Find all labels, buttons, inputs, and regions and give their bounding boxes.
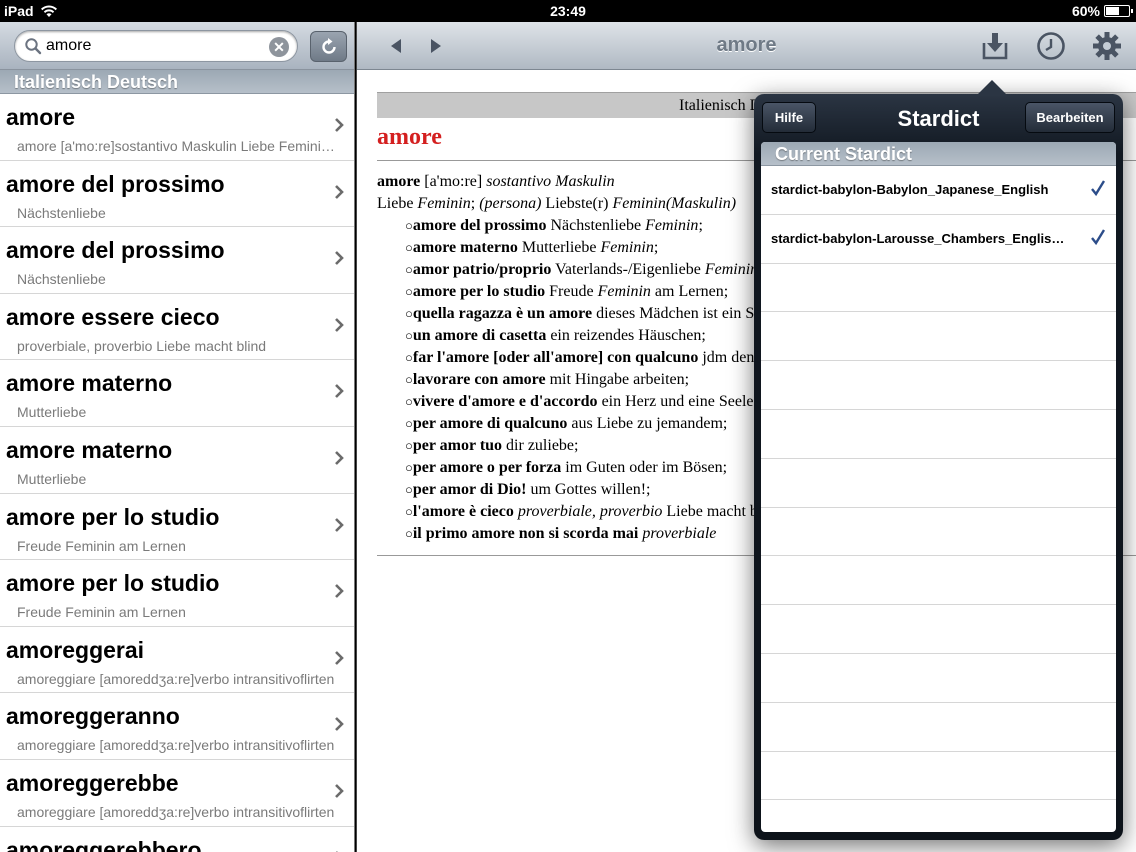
detail-title: amore	[716, 34, 777, 56]
chevron-right-icon	[335, 584, 344, 599]
list-item-title: amore del prossimo	[6, 237, 225, 264]
stardict-empty-row	[761, 410, 1116, 459]
list-item-subtitle: Nächstenliebe	[17, 204, 106, 221]
list-item[interactable]: amore materno Mutterliebe	[0, 360, 355, 427]
list-item[interactable]: amoreggerebbe amoreggiare [amoreddʒa:re]v…	[0, 759, 355, 827]
list-item-title: amore materno	[6, 436, 173, 463]
stardict-empty-row	[761, 703, 1116, 752]
stardict-empty-row	[761, 508, 1116, 557]
battery-percent: 60%	[1071, 3, 1100, 19]
list-item-title: amore per lo studio	[6, 503, 220, 530]
list-item-subtitle: amoreggiare [amoreddʒa:re]verbo intransi…	[17, 803, 335, 820]
clear-x-icon[interactable]: ✕	[269, 37, 289, 57]
stardict-popover: Hilfe Stardict Bearbeiten Current Stardi…	[754, 80, 1123, 840]
battery-icon	[1104, 5, 1133, 17]
chevron-right-icon	[335, 118, 344, 132]
list-item[interactable]: amore del prossimo Nächstenliebe	[0, 227, 355, 294]
stardict-item-label: stardict-babylon-Larousse_Chambers_Engli…	[771, 230, 1071, 246]
results-panel: ✕ Italienisch Deutsch amore amore [a'mo:r…	[0, 22, 355, 852]
stardict-list: Current Stardict stardict-babylon-Babylo…	[761, 142, 1116, 832]
status-bar: iPad 23:49 60%	[0, 0, 1136, 22]
stardict-empty-row	[761, 556, 1116, 606]
checkmark-icon	[1091, 229, 1106, 245]
list-item-subtitle: proverbiale, proverbio Liebe macht blind	[17, 337, 267, 354]
list-item-subtitle: Mutterliebe	[17, 404, 87, 421]
refresh-button[interactable]	[310, 31, 347, 62]
list-item-subtitle: Mutterliebe	[17, 470, 87, 487]
refresh-icon	[321, 37, 336, 54]
download-icon	[982, 33, 1008, 60]
stardict-item[interactable]: stardict-babylon-Larousse_Chambers_Engli…	[761, 215, 1116, 264]
chevron-right-icon	[335, 384, 344, 399]
list-item[interactable]: amore per lo studio Freude Feminin am Ler…	[0, 493, 355, 561]
list-item[interactable]: amoreggerai amoreggiare [amoreddʒa:re]ver…	[0, 626, 355, 694]
stardict-item[interactable]: stardict-babylon-Babylon_Japanese_Englis…	[761, 166, 1116, 215]
chevron-right-icon	[335, 451, 344, 465]
detail-navbar: amore	[357, 22, 1136, 70]
stardict-empty-row	[761, 800, 1116, 832]
chevron-right-icon	[335, 317, 344, 332]
chevron-right-icon	[335, 650, 344, 665]
list-item-title: amore essere cieco	[6, 303, 220, 330]
list-item-title: amoreggerebbe	[6, 769, 179, 796]
chevron-right-icon	[335, 251, 344, 266]
list-item[interactable]: amore per lo studio Freude Feminin am Ler…	[0, 560, 355, 627]
magnifier-icon	[25, 38, 42, 55]
list-item[interactable]: amoreggerebbero	[0, 826, 355, 852]
list-item-subtitle: amore [a'mo:re]sostantivo Maskulin Liebe…	[17, 138, 339, 154]
stardict-empty-row	[761, 264, 1116, 313]
clock-icon	[1037, 32, 1065, 60]
download-button[interactable]	[977, 22, 1013, 70]
list-item[interactable]: amore materno Mutterliebe	[0, 426, 355, 494]
list-item-subtitle: amoreggiare [amoreddʒa:re]verbo intransi…	[17, 737, 335, 754]
list-item-title: amore materno	[6, 370, 173, 397]
stardict-empty-row	[761, 654, 1116, 703]
stardict-empty-row	[761, 361, 1116, 410]
settings-button[interactable]	[1089, 22, 1125, 70]
chevron-right-icon	[335, 784, 344, 798]
search-bar: ✕	[0, 22, 355, 70]
chevron-right-icon	[335, 850, 339, 852]
list-item-title: amoreggerebbero	[6, 836, 202, 852]
checkmark-icon	[1091, 180, 1106, 197]
stardict-empty-row	[761, 312, 1116, 362]
stardict-item-label: stardict-babylon-Babylon_Japanese_Englis…	[771, 182, 1049, 197]
list-section-header: Italienisch Deutsch	[0, 70, 355, 94]
list-item-title: amoreggerai	[6, 636, 145, 663]
edit-button[interactable]: Bearbeiten	[1025, 102, 1115, 133]
stardict-section-header: Current Stardict	[761, 142, 1116, 166]
list-item-subtitle: amoreggiare [amoreddʒa:re]verbo intransi…	[17, 670, 335, 687]
list-item[interactable]: amore essere cieco proverbiale, proverbio…	[0, 293, 355, 361]
search-field[interactable]: ✕	[14, 30, 298, 62]
list-item-title: amore per lo studio	[6, 570, 220, 597]
stardict-empty-row	[761, 605, 1116, 654]
chevron-right-icon	[335, 184, 344, 199]
history-button[interactable]	[1033, 22, 1069, 70]
list-item-subtitle: Freude Feminin am Lernen	[17, 537, 186, 554]
list-item-title: amore	[6, 104, 76, 130]
stardict-empty-row	[761, 752, 1116, 801]
status-time: 23:49	[550, 3, 586, 19]
list-item[interactable]: amore del prossimo Nächstenliebe	[0, 160, 355, 228]
search-input[interactable]	[46, 37, 256, 55]
list-item-title: amoreggeranno	[6, 703, 180, 730]
stardict-empty-row	[761, 459, 1116, 508]
list-item-title: amore del prossimo	[6, 170, 225, 197]
results-list: amore amore [a'mo:re]sostantivo Maskulin …	[0, 94, 355, 852]
list-item-subtitle: Nächstenliebe	[17, 271, 106, 288]
chevron-right-icon	[335, 717, 344, 732]
list-item-subtitle: Freude Feminin am Lernen	[17, 604, 186, 621]
list-item[interactable]: amore amore [a'mo:re]sostantivo Maskulin …	[0, 94, 355, 161]
list-item[interactable]: amoreggeranno amoreggiare [amoreddʒa:re]v…	[0, 693, 355, 760]
gear-icon	[1093, 32, 1121, 60]
chevron-right-icon	[335, 517, 344, 532]
